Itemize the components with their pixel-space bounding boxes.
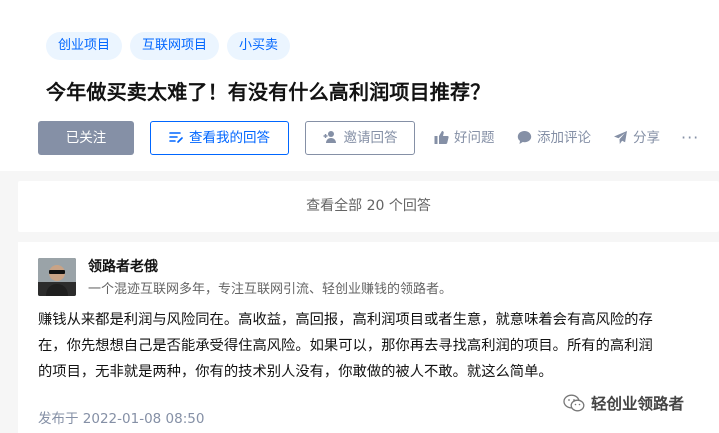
view-all-answers-link[interactable]: 查看全部 20 个回答 xyxy=(18,181,719,232)
watermark-text: 轻创业领路者 xyxy=(591,395,685,413)
share-button[interactable]: 分享 xyxy=(613,121,660,155)
invite-answer-button[interactable]: 邀请回答 xyxy=(305,121,415,155)
answer-content: 赚钱从来都是利润与风险同在。高收益，高回报，高利润项目或者生意，就意味着会有高风… xyxy=(38,307,698,385)
watermark: 轻创业领路者 xyxy=(563,392,684,414)
follow-button-label: 已关注 xyxy=(65,130,107,146)
question-title: 今年做买卖太难了！有没有什么高利润项目推荐？ xyxy=(46,80,491,104)
topic-tags: 创业项目 互联网项目 小买卖 xyxy=(46,32,291,60)
topic-tag[interactable]: 小买卖 xyxy=(227,32,291,60)
avatar[interactable] xyxy=(38,258,76,296)
add-comment-button[interactable]: 添加评论 xyxy=(517,121,591,155)
edit-list-icon xyxy=(169,132,183,143)
question-card: 创业项目 互联网项目 小买卖 今年做买卖太难了！有没有什么高利润项目推荐？ 已关… xyxy=(0,0,719,171)
invite-answer-label: 邀请回答 xyxy=(343,130,398,146)
view-my-answer-button[interactable]: 查看我的回答 xyxy=(150,121,289,155)
more-options-button[interactable]: ··· xyxy=(681,121,699,155)
question-actions: 已关注 查看我的回答 邀请回答 好问题 添加评论 分享 ··· xyxy=(38,121,708,155)
good-question-label: 好问题 xyxy=(454,130,495,146)
author-photo xyxy=(38,258,76,296)
answer-paragraph-line: 赚钱从来都是利润与风险同在。高收益，高回报，高利润项目或者生意，就意味着会有高风… xyxy=(38,312,653,328)
share-label: 分享 xyxy=(633,130,660,146)
topic-tag[interactable]: 创业项目 xyxy=(46,32,123,60)
paper-plane-icon xyxy=(614,131,627,144)
thumbs-up-icon xyxy=(434,131,449,144)
more-dots-icon: ··· xyxy=(681,128,700,147)
answer-paragraph-line: 的项目，无非就是两种，你有的技术别人没有，你敢做的被人不敢。就这么简单。 xyxy=(38,364,553,380)
comment-icon xyxy=(517,131,532,144)
answer-paragraph-line: 在，你先想想自己是否能承受得住高风险。如果可以，那你再去寻找高利润的项目。所有的… xyxy=(38,338,653,354)
wechat-icon xyxy=(563,394,585,411)
view-all-answers-card[interactable]: 查看全部 20 个回答 xyxy=(18,181,719,232)
author-bio: 一个混迹互联网多年，专注互联网引流、轻创业赚钱的领路者。 xyxy=(88,282,453,297)
add-user-icon xyxy=(323,131,336,143)
good-question-button[interactable]: 好问题 xyxy=(434,121,495,155)
author-name[interactable]: 领路者老俄 xyxy=(88,256,158,276)
publish-date[interactable]: 发布于 2022-01-08 08:50 xyxy=(38,407,204,427)
view-my-answer-label: 查看我的回答 xyxy=(189,130,270,146)
add-comment-label: 添加评论 xyxy=(537,130,591,146)
topic-tag[interactable]: 互联网项目 xyxy=(130,32,220,60)
follow-button[interactable]: 已关注 xyxy=(38,121,134,155)
